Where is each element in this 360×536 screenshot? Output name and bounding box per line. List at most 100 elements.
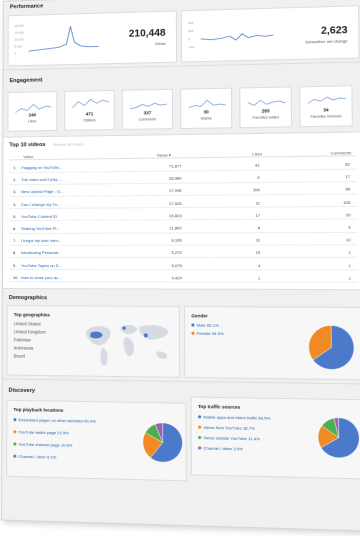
engagement-label: Comments — [123, 117, 172, 122]
performance-section: Performance 20,000 15,000 10,000 5,000 0… — [4, 0, 360, 70]
row-rank: 1. — [13, 165, 16, 170]
row-rank: 10. — [13, 275, 19, 280]
table-row[interactable]: 8. Introducing Personal... 5,270 16 1 — [9, 246, 357, 258]
playback-title: Top playback locations — [13, 407, 63, 413]
subscribers-label: Subscriber net change — [305, 38, 348, 44]
browse-all-link[interactable]: Browse all videos — [53, 141, 84, 146]
row-views: 8,106 — [140, 238, 181, 243]
row-comments: 82 — [323, 162, 350, 167]
video-title-link[interactable]: How to close your ac... — [21, 275, 62, 280]
world-map — [78, 317, 177, 375]
video-title-link[interactable]: Can I change my Yo... — [21, 201, 60, 206]
engagement-value: 34 — [300, 107, 351, 113]
subscribers-card[interactable]: 500 250 0 -250 2,623 Subscriber net chan… — [181, 5, 360, 62]
video-title-link[interactable]: Introducing Personal... — [21, 250, 61, 255]
axis-label: 5,000 — [15, 44, 22, 48]
video-title-link[interactable]: Sharing YouTube Pl... — [21, 226, 60, 231]
legend-label: Embedded player on other websites 60.4% — [18, 417, 95, 424]
video-title-link[interactable]: The video won't play -... — [21, 177, 63, 182]
row-comments: 12 — [324, 237, 351, 242]
legend-item: Male 65.1% — [191, 322, 218, 327]
row-likes: 8 — [239, 225, 260, 230]
legend-swatch — [198, 447, 201, 450]
traffic-title: Top traffic sources — [198, 404, 240, 410]
legend-item: Views from YouTube 18.7% — [198, 425, 255, 431]
engagement-card[interactable]: 337 Comments — [122, 89, 173, 130]
views-card[interactable]: 20,000 15,000 10,000 5,000 0 210,448 Vie… — [8, 10, 177, 66]
table-row[interactable]: 7. I forgot my user nam... 8,106 11 12 — [9, 233, 357, 246]
stage: Performance 20,000 15,000 10,000 5,000 0… — [0, 0, 360, 536]
row-rank: 4. — [13, 202, 16, 207]
engagement-card[interactable]: 30 Shares — [180, 88, 232, 129]
row-likes: 1 — [239, 275, 260, 280]
table-row[interactable]: 5. YouTube Content ID 15,823 17 20 — [9, 208, 357, 222]
engagement-card[interactable]: 240 Likes — [7, 91, 57, 132]
video-title-link[interactable]: YouTube Topics on S... — [21, 263, 62, 268]
legend-label: Channel / other 6.1% — [18, 454, 56, 460]
engagement-card[interactable]: 471 Dislikes — [64, 90, 115, 131]
row-views: 15,823 — [140, 213, 181, 218]
row-comments: 66 — [323, 187, 350, 192]
row-comments: 1 — [324, 275, 351, 280]
row-likes: 16 — [239, 250, 260, 255]
row-rank: 9. — [13, 263, 16, 268]
table-row[interactable]: 10. How to close your ac... 4,424 1 1 — [9, 271, 358, 283]
geo-country: Pakistan — [14, 337, 31, 342]
engagement-card[interactable]: 283 Favorites added — [239, 86, 292, 128]
geo-country: Indonesia — [14, 345, 34, 350]
row-likes: 11 — [239, 200, 260, 205]
col-views[interactable]: Views ▾ — [157, 152, 171, 157]
row-comments: 105 — [324, 199, 351, 204]
legend-swatch — [198, 416, 201, 419]
top-videos-heading: Top 10 videos — [9, 142, 45, 148]
views-sparkline — [28, 20, 98, 55]
video-title-link[interactable]: New Upload Page - G... — [21, 189, 63, 194]
traffic-card[interactable]: Top traffic sources Mobile apps and dire… — [191, 397, 360, 480]
geography-card[interactable]: Top geographies United States United Kin… — [7, 305, 181, 378]
col-comments[interactable]: Comments — [331, 150, 352, 155]
legend-label: Views outside YouTube 11.4% — [203, 435, 260, 441]
legend-item: Channel / other 6.1% — [13, 454, 56, 460]
engagement-label: Shares — [181, 116, 231, 121]
table-row[interactable]: 6. Sharing YouTube Pl... 11,802 8 4 — [9, 220, 357, 233]
engagement-value: 240 — [8, 112, 56, 118]
gender-pie-chart — [308, 324, 356, 370]
axis-label: 10,000 — [15, 37, 24, 41]
engagement-value: 471 — [65, 111, 113, 117]
legend-label: Male 65.1% — [197, 322, 219, 327]
legend-swatch — [191, 324, 194, 327]
geo-title: Top geographies — [14, 312, 50, 317]
engagement-card[interactable]: 34 Favorites removed — [299, 85, 353, 127]
row-likes: 4 — [239, 175, 260, 180]
row-comments: 20 — [324, 212, 351, 217]
col-likes[interactable]: Likes — [252, 151, 262, 156]
video-title-link[interactable]: I forgot my user nam... — [21, 238, 61, 243]
legend-item: Female 34.9% — [191, 331, 223, 336]
playback-card[interactable]: Top playback locations Embedded player o… — [6, 400, 186, 482]
col-video[interactable]: Video — [23, 154, 33, 159]
legend-item: Mobile apps and direct traffic 66.5% — [198, 414, 270, 420]
demographics-section: Demographics Top geographies United Stat… — [3, 289, 360, 385]
table-row[interactable]: 9. YouTube Topics on S... 5,075 4 1 — [9, 258, 358, 270]
row-views: 11,802 — [140, 225, 181, 230]
engagement-label: Likes — [8, 119, 56, 124]
gender-card[interactable]: Gender Male 65.1% Female 34.9% — [184, 306, 360, 380]
engagement-value: 283 — [240, 108, 290, 114]
axis-label: 0 — [188, 37, 190, 41]
legend-label: YouTube channel page 10.8% — [18, 442, 72, 448]
video-title-link[interactable]: Flagging on YouTube... — [21, 165, 62, 170]
row-views: 17,948 — [140, 188, 181, 193]
geo-country: Brazil — [14, 353, 25, 358]
geo-country: United Kingdom — [14, 329, 46, 334]
axis-label: -250 — [188, 45, 194, 49]
row-comments: 1 — [324, 263, 351, 268]
analytics-report: Performance 20,000 15,000 10,000 5,000 0… — [1, 0, 360, 532]
axis-label: 250 — [188, 29, 193, 33]
discovery-section: Discovery Top playback locations Embedde… — [2, 380, 360, 532]
legend-label: Female 34.9% — [197, 331, 224, 336]
row-likes: 11 — [239, 238, 260, 243]
legend-swatch — [13, 431, 16, 434]
legend-swatch — [191, 332, 194, 335]
video-title-link[interactable]: YouTube Content ID — [21, 214, 57, 219]
axis-label: 20,000 — [15, 24, 24, 28]
